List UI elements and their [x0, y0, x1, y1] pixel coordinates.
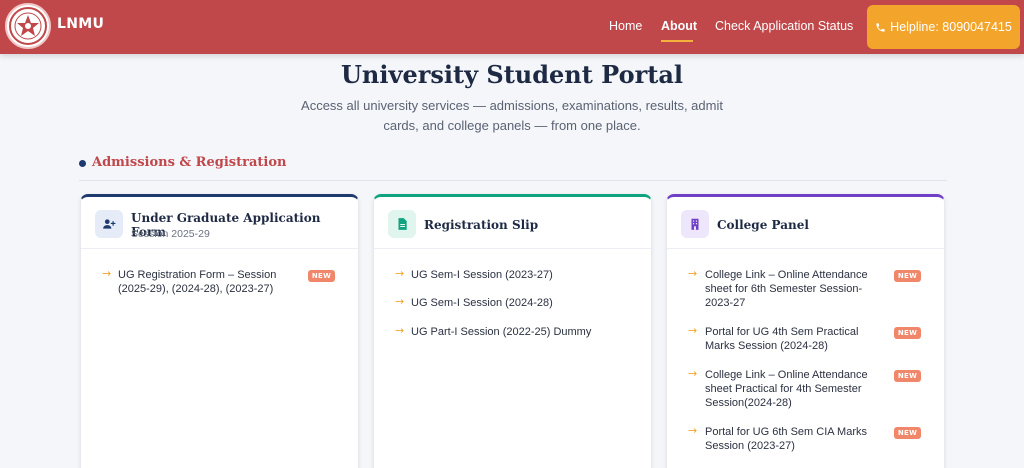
brand-name[interactable]: LNMU	[57, 16, 104, 32]
arrow-right-icon: →	[395, 267, 405, 280]
ug-sem1-2023-link[interactable]: UG Sem-I Session (2023-27)	[411, 268, 631, 282]
building-icon	[681, 210, 709, 238]
document-icon	[388, 210, 416, 238]
arrow-right-icon: →	[688, 267, 698, 280]
university-logo[interactable]	[5, 3, 51, 49]
active-link-underline	[661, 40, 693, 42]
ug-part1-dummy-link[interactable]: UG Part-I Session (2022-25) Dummy	[411, 325, 631, 339]
card-session: Session 2025-29	[131, 228, 210, 240]
phone-icon	[876, 22, 885, 32]
section-title: Admissions & Registration	[92, 155, 287, 170]
card-title: College Panel	[717, 218, 809, 232]
cia-marks-6th-sem-link[interactable]: Portal for UG 6th Sem CIA Marks Session …	[705, 425, 885, 453]
arrow-right-icon: →	[688, 424, 698, 437]
nav-check-status-link[interactable]: Check Application Status	[715, 19, 853, 33]
practical-marks-4th-sem-link[interactable]: Portal for UG 4th Sem Practical Marks Se…	[705, 325, 885, 353]
card-title: Registration Slip	[424, 218, 539, 232]
arrow-right-icon: →	[688, 367, 698, 380]
ug-sem1-2024-link[interactable]: UG Sem-I Session (2024-28)	[411, 296, 631, 310]
section-divider	[79, 180, 947, 181]
attendance-6th-sem-link[interactable]: College Link – Online Attendance sheet f…	[705, 268, 885, 310]
new-badge: NEW	[894, 327, 921, 339]
ug-application-card: Under Graduate Application Form Session …	[80, 194, 359, 468]
registration-slip-card: Registration Slip → UG Sem-I Session (20…	[373, 194, 652, 468]
card-header: College Panel	[667, 197, 944, 249]
card-header: Under Graduate Application Form Session …	[81, 197, 358, 249]
page-title: University Student Portal	[341, 60, 683, 89]
user-plus-icon	[95, 210, 123, 238]
college-panel-card: College Panel → College Link – Online At…	[666, 194, 945, 468]
section-bullet	[79, 160, 86, 167]
attendance-practical-4th-sem-link[interactable]: College Link – Online Attendance sheet P…	[705, 368, 885, 410]
nav-about-link[interactable]: About	[661, 19, 697, 33]
page-subtitle: Access all university services — admissi…	[301, 98, 723, 133]
new-badge: NEW	[894, 370, 921, 382]
card-header: Registration Slip	[374, 197, 651, 249]
university-seal-icon	[9, 7, 47, 45]
arrow-right-icon: →	[688, 324, 698, 337]
new-badge: NEW	[308, 270, 335, 282]
arrow-right-icon: →	[395, 324, 405, 337]
new-badge: NEW	[894, 427, 921, 439]
new-badge: NEW	[894, 270, 921, 282]
top-navbar: LNMU Home About Check Application Status…	[0, 0, 1024, 54]
helpline-button[interactable]: Helpline: 8090047415	[867, 5, 1020, 49]
helpline-label: Helpline: 8090047415	[890, 20, 1012, 34]
arrow-right-icon: →	[102, 267, 112, 280]
ug-registration-form-link[interactable]: UG Registration Form – Session (2025-29)…	[118, 268, 308, 296]
arrow-right-icon: →	[395, 295, 405, 308]
nav-home-link[interactable]: Home	[609, 19, 642, 33]
